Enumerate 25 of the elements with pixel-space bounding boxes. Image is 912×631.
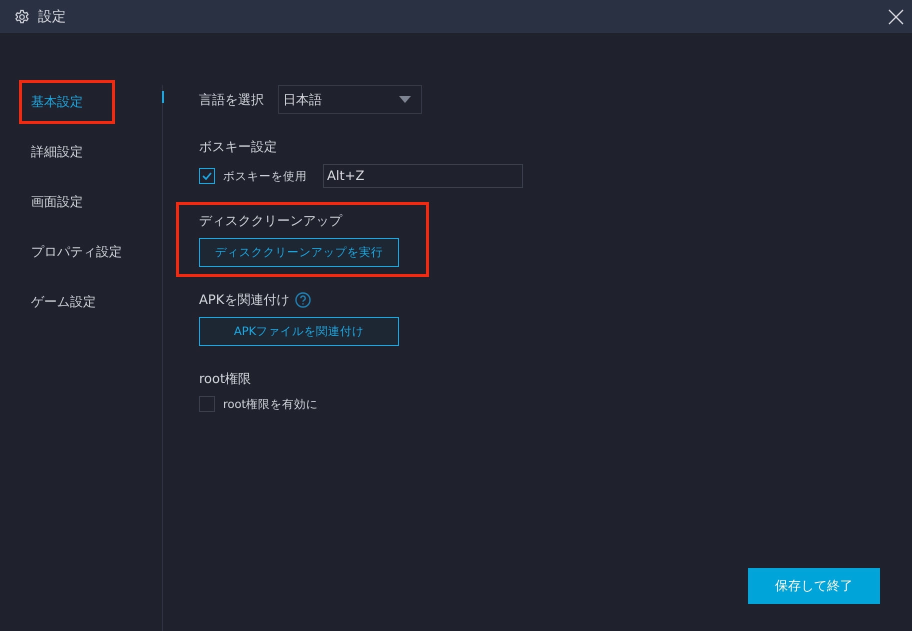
action-button[interactable]: ディスククリーンアップを実行	[199, 238, 399, 267]
window-title: 設定	[38, 8, 66, 26]
section-title: ボスキー設定	[199, 139, 277, 156]
close-icon	[888, 8, 904, 24]
checkbox[interactable]	[199, 396, 215, 412]
checkbox-label: root権限を有効に	[223, 396, 318, 412]
hotkey-field[interactable]: Alt+Z	[323, 164, 523, 188]
language-dropdown[interactable]: 日本語	[278, 85, 422, 114]
section-title: APKを関連付け	[199, 292, 290, 309]
sidebar-item[interactable]: 画面設定	[19, 180, 115, 224]
close-button[interactable]	[888, 8, 904, 24]
sidebar-item[interactable]: 基本設定	[19, 80, 115, 124]
settings-icon	[14, 8, 30, 24]
checkbox-label: ボスキーを使用	[223, 168, 307, 184]
sidebar-item[interactable]: プロパティ設定	[19, 230, 122, 274]
dropdown-arrow-icon	[399, 96, 411, 103]
section-title: ディスククリーンアップ	[199, 213, 342, 230]
section-title: root権限	[199, 371, 252, 388]
language-label: 言語を選択	[199, 92, 264, 108]
sidebar-item[interactable]: ゲーム設定	[19, 280, 115, 324]
check-icon	[202, 172, 212, 180]
help-icon[interactable]	[295, 292, 312, 308]
sidebar-item[interactable]: 詳細設定	[19, 130, 115, 174]
checkbox[interactable]	[199, 168, 215, 184]
action-button[interactable]: APKファイルを関連付け	[199, 317, 399, 346]
